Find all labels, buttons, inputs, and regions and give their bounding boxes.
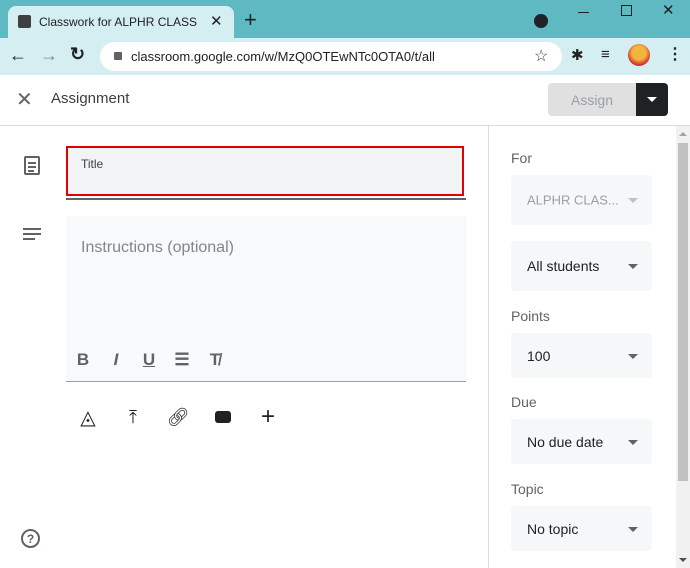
scrollbar-thumb[interactable] bbox=[678, 143, 688, 481]
points-label: Points bbox=[511, 308, 550, 324]
class-dropdown[interactable]: ALPHR CLAS... bbox=[511, 175, 652, 225]
dropdown-arrow-icon bbox=[628, 353, 638, 359]
class-value: ALPHR CLAS... bbox=[527, 192, 619, 208]
tab-close-icon[interactable]: ✕ bbox=[210, 12, 223, 30]
title-field[interactable]: Title bbox=[66, 146, 464, 196]
title-underline bbox=[66, 198, 466, 200]
help-icon[interactable]: ? bbox=[21, 529, 40, 548]
new-tab-icon[interactable]: + bbox=[244, 7, 257, 33]
forward-icon[interactable]: → bbox=[40, 45, 58, 66]
instructions-icon bbox=[23, 228, 41, 240]
lock-icon bbox=[114, 52, 122, 60]
add-icon[interactable]: + bbox=[255, 403, 281, 430]
dropdown-arrow-icon bbox=[628, 264, 638, 269]
maximize-icon[interactable] bbox=[621, 5, 632, 16]
tab-search-icon[interactable] bbox=[534, 14, 548, 28]
for-label: For bbox=[511, 150, 532, 166]
assign-options-button[interactable] bbox=[636, 83, 668, 116]
profile-avatar[interactable] bbox=[628, 44, 650, 66]
address-bar[interactable]: classroom.google.com/w/MzQ0OTEwNTc0OTA0/… bbox=[100, 42, 562, 71]
back-icon[interactable]: ← bbox=[9, 45, 27, 66]
sidebar-divider bbox=[488, 126, 489, 568]
browser-toolbar: ← → ↻ classroom.google.com/w/MzQ0OTEwNTc… bbox=[0, 38, 690, 75]
scroll-up-icon[interactable] bbox=[679, 132, 687, 136]
due-label: Due bbox=[511, 394, 537, 410]
topic-dropdown[interactable]: No topic bbox=[511, 506, 652, 551]
points-dropdown[interactable]: 100 bbox=[511, 333, 652, 378]
close-window-icon[interactable]: ✕ bbox=[662, 1, 675, 19]
students-value: All students bbox=[527, 258, 600, 274]
browser-tab-bar: Classwork for ALPHR CLASS SAM ✕ + ✕ bbox=[0, 0, 690, 38]
scrollbar[interactable] bbox=[676, 126, 690, 568]
topic-value: No topic bbox=[527, 520, 579, 537]
italic-icon[interactable]: I bbox=[105, 350, 127, 370]
bookmark-star-icon[interactable]: ☆ bbox=[534, 46, 548, 66]
assign-button[interactable]: Assign bbox=[548, 83, 636, 116]
topic-label: Topic bbox=[511, 481, 544, 497]
bulleted-list-icon[interactable]: ☰ bbox=[171, 350, 193, 370]
browser-tab[interactable]: Classwork for ALPHR CLASS SAM ✕ bbox=[8, 6, 234, 38]
underline-icon[interactable]: U bbox=[138, 350, 160, 370]
dropdown-arrow-icon bbox=[628, 526, 638, 532]
link-icon[interactable]: 🔗︎ bbox=[165, 404, 191, 430]
url-text: classroom.google.com/w/MzQ0OTEwNTc0OTA0/… bbox=[131, 49, 435, 64]
clear-formatting-icon[interactable]: T̸ bbox=[204, 350, 226, 370]
due-dropdown[interactable]: No due date bbox=[511, 419, 652, 464]
tab-title: Classwork for ALPHR CLASS SAM bbox=[39, 15, 201, 29]
dropdown-arrow-icon bbox=[628, 439, 638, 445]
upload-icon[interactable]: ⤒ bbox=[120, 404, 146, 430]
students-dropdown[interactable]: All students bbox=[511, 241, 652, 291]
assignment-header: ✕ Assignment Assign bbox=[0, 75, 690, 126]
instructions-placeholder: Instructions (optional) bbox=[81, 239, 234, 256]
google-drive-icon[interactable]: ◬ bbox=[75, 404, 101, 430]
classroom-favicon-icon bbox=[18, 15, 31, 28]
title-placeholder: Title bbox=[81, 157, 104, 171]
close-icon[interactable]: ✕ bbox=[16, 87, 33, 112]
scroll-down-icon[interactable] bbox=[679, 558, 687, 562]
browser-menu-icon[interactable]: ⋮ bbox=[667, 44, 683, 64]
bold-icon[interactable]: B bbox=[72, 350, 94, 370]
minimize-icon[interactable] bbox=[578, 12, 589, 13]
due-value: No due date bbox=[527, 433, 604, 450]
title-icon bbox=[24, 156, 40, 175]
instructions-field[interactable]: Instructions (optional) B I U ☰ T̸ bbox=[66, 216, 466, 382]
assign-label: Assign bbox=[570, 91, 614, 108]
extensions-icon[interactable]: ✱ bbox=[571, 46, 584, 64]
dropdown-arrow-icon bbox=[628, 198, 638, 203]
caret-down-icon bbox=[647, 97, 657, 102]
page-title: Assignment bbox=[51, 90, 130, 107]
points-value: 100 bbox=[527, 347, 551, 364]
reading-list-icon[interactable]: ≡ bbox=[601, 46, 610, 63]
reload-icon[interactable]: ↻ bbox=[70, 44, 85, 65]
youtube-icon[interactable] bbox=[210, 404, 236, 430]
